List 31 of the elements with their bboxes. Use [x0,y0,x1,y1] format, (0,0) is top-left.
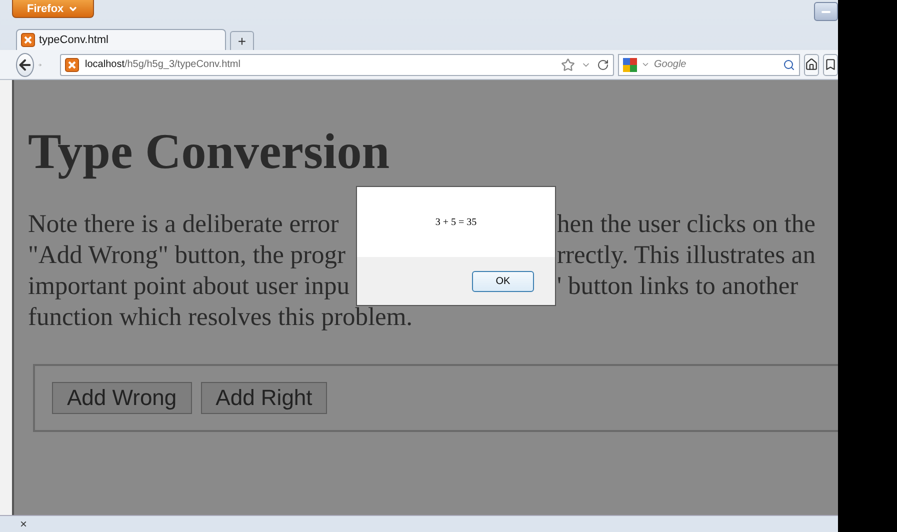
caret-icon[interactable] [641,60,650,69]
back-button[interactable] [16,52,34,76]
search-field[interactable]: Google [618,54,800,76]
ok-button[interactable]: OK [472,271,534,292]
bookmark-star-icon[interactable] [561,58,575,72]
alert-message: 3 + 5 = 35 [435,216,477,228]
paragraph-text: rrectly. This illustrates an [557,239,816,270]
url-text: localhost/h5g/h5g_3/typeConv.html [85,59,240,70]
search-engine-icon [623,58,637,72]
paragraph-text: "Add Wrong" button, the progr [28,239,346,270]
home-icon [805,58,818,71]
paragraph-text: important point about user inpu [28,270,350,301]
page-button[interactable]: Add Right [200,382,328,414]
minimize-button[interactable] [814,2,838,21]
home-button[interactable] [804,54,819,76]
reload-icon[interactable] [597,58,609,70]
page-button[interactable]: Add Wrong [52,382,192,414]
bookmark-icon [824,58,837,71]
page-heading: Type Conversion [28,122,391,181]
new-tab-button[interactable]: + [230,31,254,50]
paragraph-text: function which resolves this problem. [28,301,413,332]
bookmarks-button[interactable] [823,54,838,76]
search-icon[interactable] [783,58,795,70]
close-button[interactable]: × [20,517,28,531]
browser-tab[interactable]: typeConv.html [16,29,226,50]
paragraph-text: Note there is a deliberate error [28,208,339,239]
paragraph-text: ' button links to another [557,270,798,301]
paragraph-text: hen the user clicks on the [557,208,816,239]
site-icon [65,58,79,72]
favicon-icon [21,33,35,47]
address-bar[interactable]: localhost/h5g/h5g_3/typeConv.html [60,54,614,76]
